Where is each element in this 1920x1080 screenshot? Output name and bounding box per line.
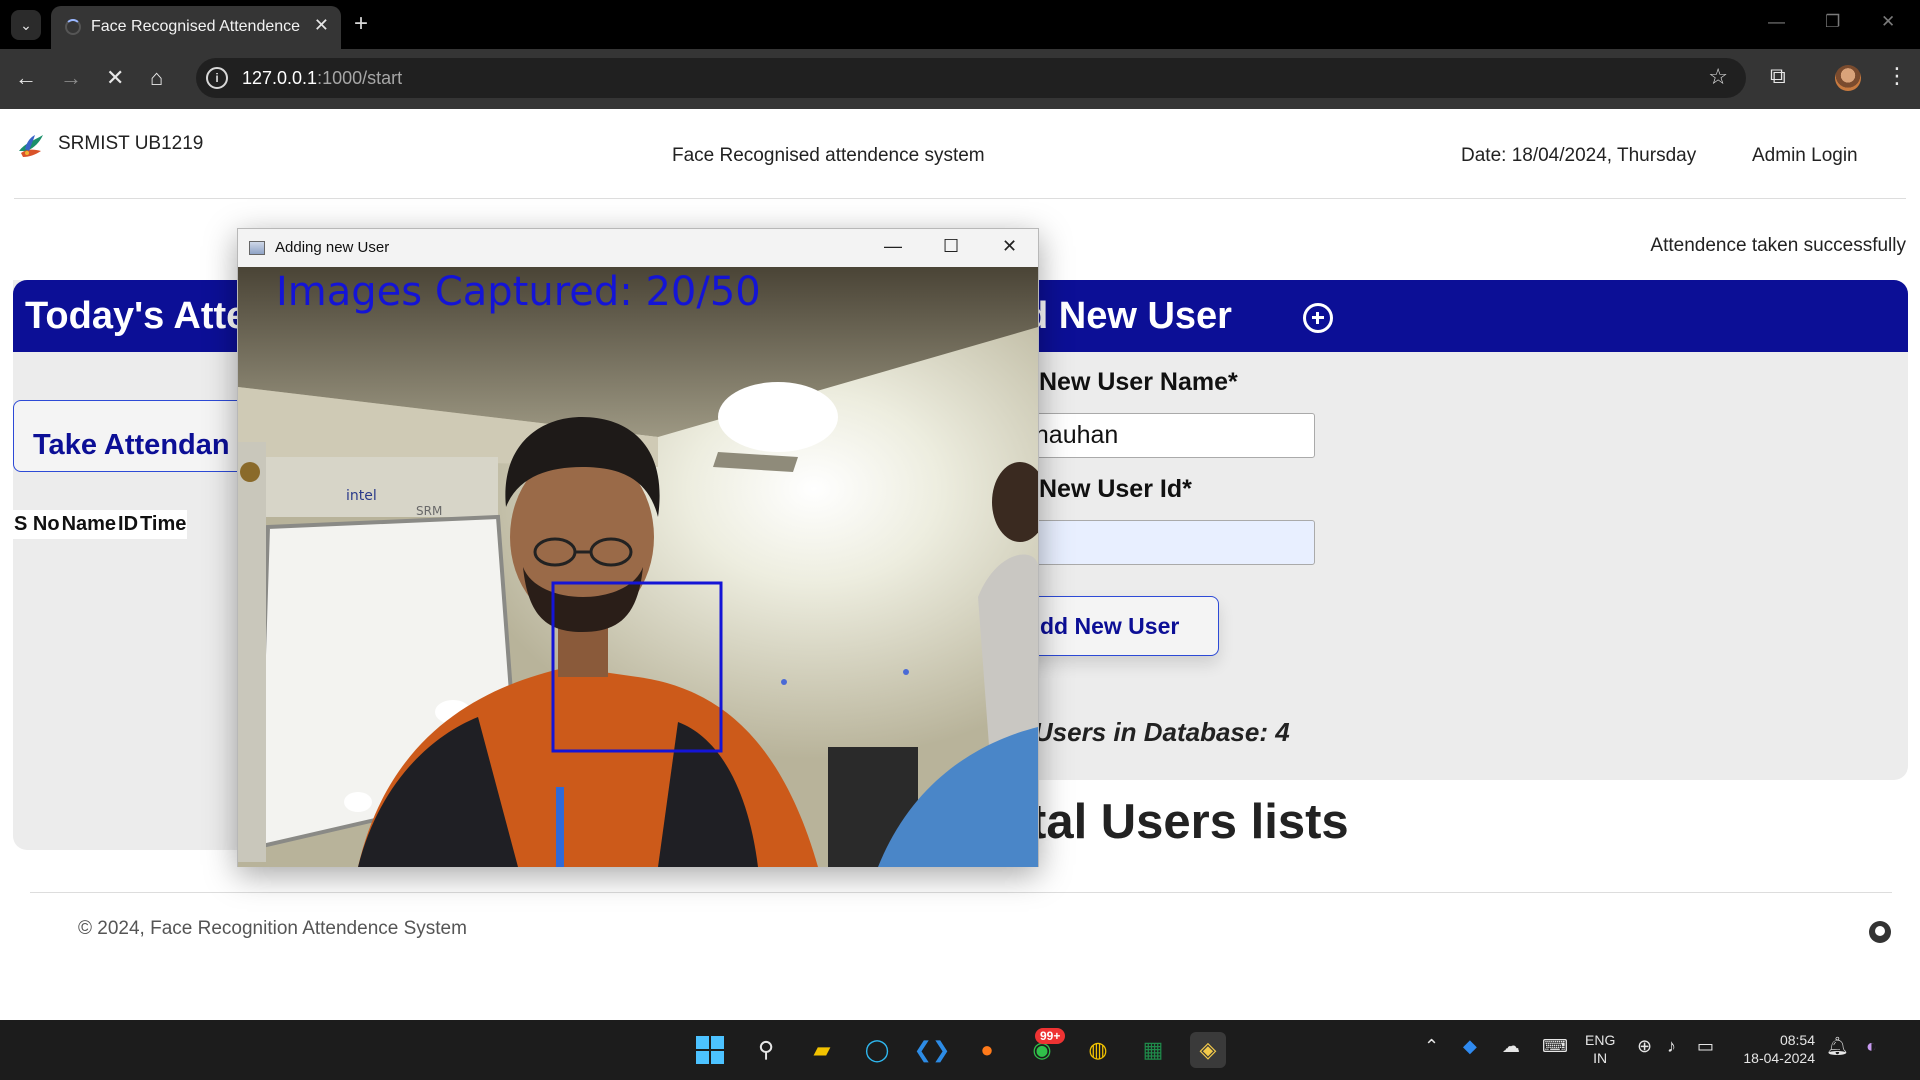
new-user-name-label: New User Name* <box>1039 368 1238 396</box>
camera-maximize-icon[interactable]: ☐ <box>943 236 959 257</box>
network-icon[interactable]: ⊕ <box>1637 1036 1652 1057</box>
browser-tabstrip: ⌄ Face Recognised Attendence ✕ + — ❐ ✕ <box>0 0 1920 49</box>
restore-window-icon[interactable]: ❐ <box>1825 12 1840 32</box>
footer-copyright: © 2024, Face Recognition Attendence Syst… <box>78 918 467 939</box>
tab-title: Face Recognised Attendence <box>91 18 301 35</box>
attendance-table: S No Name ID Time <box>13 510 188 539</box>
security-icon[interactable]: ◆ <box>1463 1036 1477 1057</box>
excel-icon[interactable]: ▦ <box>1135 1032 1171 1068</box>
column-id: ID <box>118 513 139 535</box>
language-code: ENG <box>1585 1032 1616 1048</box>
windows-start-icon[interactable] <box>692 1032 728 1068</box>
show-hidden-icons-icon[interactable]: ⌃ <box>1424 1036 1439 1057</box>
region-code: IN <box>1593 1050 1608 1066</box>
site-header: SRMIST UB1219 Face Recognised attendence… <box>0 109 1920 199</box>
language-indicator[interactable]: ENG IN <box>1585 1031 1615 1067</box>
python-icon[interactable]: ◈ <box>1190 1032 1226 1068</box>
status-message: Attendence taken successfully <box>1650 235 1906 256</box>
clock-date: 18-04-2024 <box>1743 1050 1815 1066</box>
svg-text:intel: intel <box>346 488 377 504</box>
minimize-window-icon[interactable]: — <box>1768 12 1785 32</box>
page-title: Face Recognised attendence system <box>672 145 985 166</box>
url-path: :1000/start <box>317 68 403 88</box>
add-user-heading: d New User <box>1025 295 1232 337</box>
browser-menu-icon[interactable]: ⋮ <box>1886 63 1908 89</box>
current-date: Date: 18/04/2024, Thursday <box>1461 145 1697 166</box>
url-host: 127.0.0.1 <box>242 68 318 88</box>
camera-window-app-icon <box>249 241 265 255</box>
notifications-icon[interactable]: 🔔︎ <box>1826 1036 1849 1057</box>
add-user-panel: d New User New User Name* New User Id* d… <box>945 280 1908 780</box>
tab-close-icon[interactable]: ✕ <box>314 15 329 36</box>
brand-name[interactable]: SRMIST UB1219 <box>58 133 203 155</box>
clock-time: 08:54 <box>1779 1032 1815 1048</box>
windows-taskbar: ⚲ ▰ ◯ ❮❯ ● ◉ ◍ ▦ ◈ ⌃ ◆ ☁ ⌨ ENG IN ⊕ ♪ ▭ … <box>0 1020 1920 1080</box>
browser-tab[interactable]: Face Recognised Attendence ✕ <box>51 6 341 49</box>
back-icon[interactable]: ← <box>15 65 37 91</box>
whatsapp-unread-badge: 99+ <box>1035 1028 1066 1044</box>
total-users-count: al Users in Database: 4 <box>1005 717 1290 747</box>
profile-avatar[interactable] <box>1835 65 1861 91</box>
close-window-icon[interactable]: ✕ <box>1881 12 1895 32</box>
camera-minimize-icon[interactable]: — <box>884 236 902 257</box>
camera-window-titlebar[interactable]: Adding new User — ☐ ✕ <box>238 229 1038 267</box>
attendance-table-header: S No Name ID Time <box>13 510 187 539</box>
loading-spinner-icon <box>65 19 81 35</box>
chrome-icon[interactable]: ◍ <box>1080 1032 1116 1068</box>
column-time: Time <box>140 513 187 535</box>
brand-logo-icon <box>19 135 43 157</box>
new-user-id-label: New User Id* <box>1039 475 1192 503</box>
camera-window-title: Adding new User <box>275 239 390 256</box>
column-sno: S No <box>14 513 60 535</box>
forward-icon[interactable]: → <box>60 65 82 91</box>
tab-search-icon[interactable]: ⌄ <box>11 10 41 40</box>
firefox-icon[interactable]: ● <box>969 1032 1005 1068</box>
bookmark-star-icon[interactable]: ☆ <box>1708 64 1728 90</box>
address-bar[interactable]: i 127.0.0.1:1000/start ☆ <box>196 58 1746 98</box>
copilot-icon[interactable]: ◐ <box>1866 1036 1877 1057</box>
stop-icon[interactable]: ✕ <box>106 65 124 91</box>
images-captured-overlay: Images Captured: 20/50 <box>276 269 761 315</box>
extensions-icon[interactable]: ⧉ <box>1770 63 1786 89</box>
camera-feed: intel SRM Images Captured: 20/50 <box>238 267 1038 867</box>
github-icon[interactable] <box>1869 921 1891 943</box>
camera-frame-image: intel SRM <box>238 267 1038 867</box>
home-icon[interactable]: ⌂ <box>150 65 163 91</box>
cortana-icon[interactable]: ◯ <box>859 1032 895 1068</box>
add-user-banner: d New User <box>945 280 1908 352</box>
header-divider <box>14 198 1906 199</box>
battery-icon[interactable]: ▭ <box>1697 1036 1714 1057</box>
search-icon[interactable]: ⚲ <box>748 1032 784 1068</box>
url-text[interactable]: 127.0.0.1:1000/start <box>242 68 402 89</box>
file-explorer-icon[interactable]: ▰ <box>804 1032 840 1068</box>
site-info-icon[interactable]: i <box>206 67 228 89</box>
admin-login-link[interactable]: Admin Login <box>1752 145 1858 167</box>
cloud-icon[interactable]: ☁ <box>1502 1036 1520 1057</box>
camera-capture-window[interactable]: Adding new User — ☐ ✕ intel SRM Images C… <box>237 228 1039 867</box>
volume-icon[interactable]: ♪ <box>1667 1036 1676 1057</box>
footer-divider <box>30 892 1892 893</box>
todays-attendance-heading: Today's Atte <box>25 295 248 337</box>
system-clock[interactable]: 08:54 18-04-2024 <box>1733 1031 1815 1067</box>
new-tab-button[interactable]: + <box>354 10 368 38</box>
users-list-heading: tal Users lists <box>1030 795 1349 849</box>
svg-text:SRM: SRM <box>416 504 442 518</box>
vscode-icon[interactable]: ❮❯ <box>914 1032 951 1068</box>
column-name: Name <box>61 513 117 535</box>
camera-close-icon[interactable]: ✕ <box>1002 236 1017 257</box>
add-user-icon <box>1303 303 1333 333</box>
keyboard-icon[interactable]: ⌨ <box>1542 1036 1568 1057</box>
browser-toolbar: ← → ✕ ⌂ i 127.0.0.1:1000/start ☆ ⧉ ⋮ <box>0 49 1920 109</box>
